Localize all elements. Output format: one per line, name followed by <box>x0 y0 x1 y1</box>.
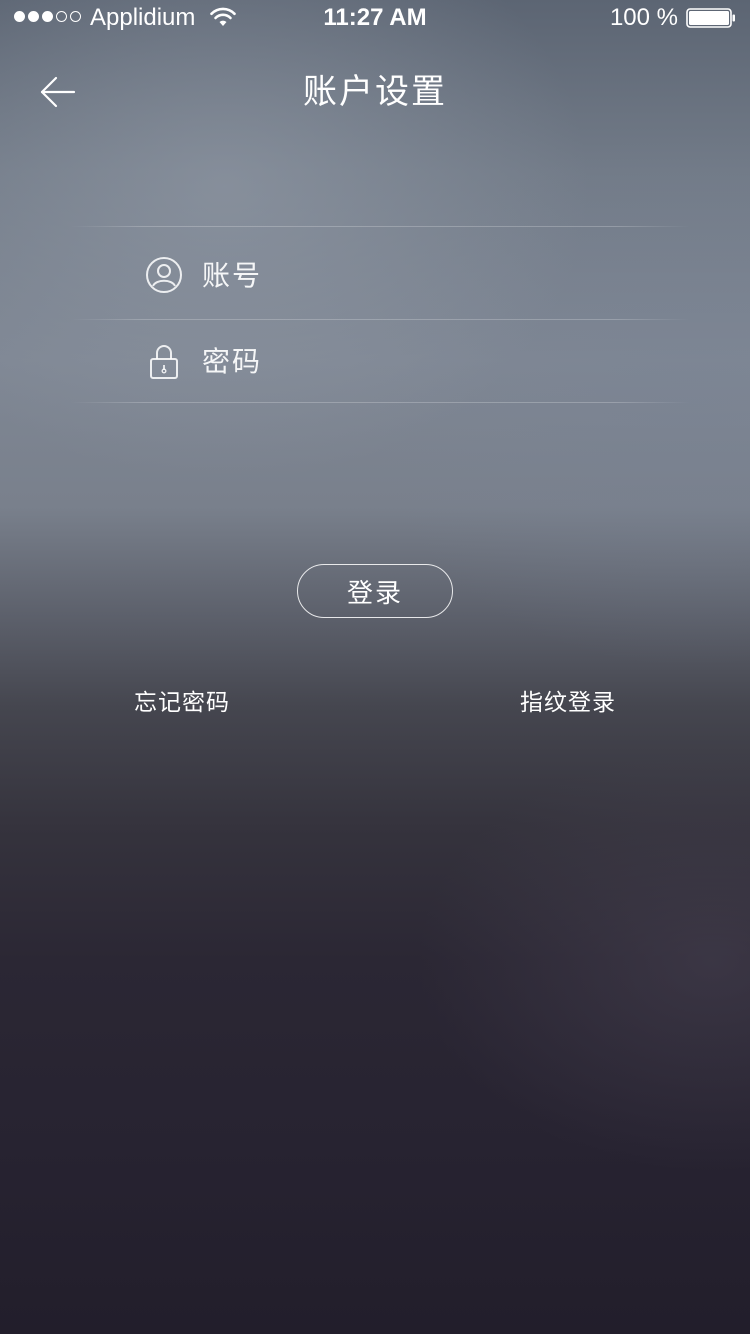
status-bar: Applidium 11:27 AM 100 % <box>0 0 750 40</box>
user-icon <box>146 257 182 293</box>
fingerprint-login-link[interactable]: 指纹登录 <box>520 686 616 720</box>
battery-percentage: 100 % <box>609 4 678 31</box>
divider-bottom <box>70 402 690 403</box>
battery-icon <box>686 8 735 28</box>
login-button[interactable]: 登录 <box>297 564 453 618</box>
forgot-password-link[interactable]: 忘记密码 <box>134 686 230 720</box>
password-field <box>130 321 670 401</box>
password-input[interactable] <box>202 333 642 389</box>
page-title: 账户设置 <box>303 72 447 112</box>
nav-bar: 账户设置 <box>0 40 750 140</box>
divider-middle <box>70 319 690 320</box>
account-input[interactable] <box>202 247 642 303</box>
account-field <box>130 235 670 315</box>
lock-icon <box>150 345 178 379</box>
divider-top <box>70 226 690 227</box>
